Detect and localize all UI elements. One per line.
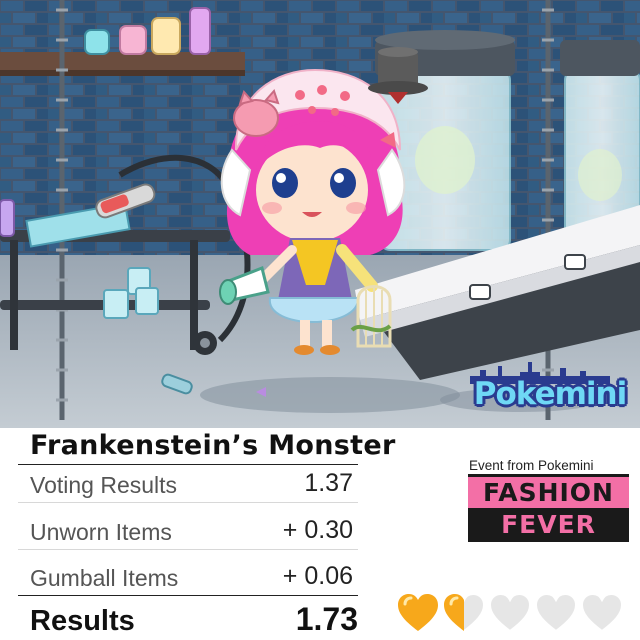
gumball-items-value: + 0.06 — [282, 562, 353, 590]
heart-empty-icon — [488, 592, 532, 633]
event-caption: Event from Pokemini — [469, 458, 594, 473]
heart-half-icon — [442, 592, 486, 633]
avatar-scene: Pokemini — [0, 0, 640, 428]
unworn-items-label: Unworn Items — [30, 519, 172, 545]
total-results-label: Results — [30, 605, 135, 637]
fashion-fever-banner: FASHION FEVER — [468, 474, 629, 542]
divider — [18, 464, 358, 465]
heart-rating — [396, 592, 626, 636]
voting-results-label: Voting Results — [30, 472, 178, 498]
heart-full-icon — [396, 592, 440, 633]
outfit-theme-title: Frankenstein’s Monster — [30, 430, 396, 461]
heart-empty-icon — [580, 592, 624, 633]
gumball-items-label: Gumball Items — [30, 565, 179, 591]
divider — [18, 549, 358, 550]
results-panel: Frankenstein’s Monster Voting Results 1.… — [0, 428, 640, 640]
divider — [18, 502, 358, 503]
voting-results-value: 1.37 — [304, 469, 353, 497]
heart-empty-icon — [534, 592, 578, 633]
event-title-line1: FASHION — [468, 477, 629, 508]
unworn-items-value: + 0.30 — [282, 516, 353, 544]
logo-wordmark: Pokemini — [473, 376, 627, 412]
total-results-value: 1.73 — [295, 601, 358, 637]
event-title-line2: FEVER — [501, 510, 596, 539]
pokemini-logo: Pokemini — [470, 362, 630, 418]
divider — [18, 595, 358, 596]
